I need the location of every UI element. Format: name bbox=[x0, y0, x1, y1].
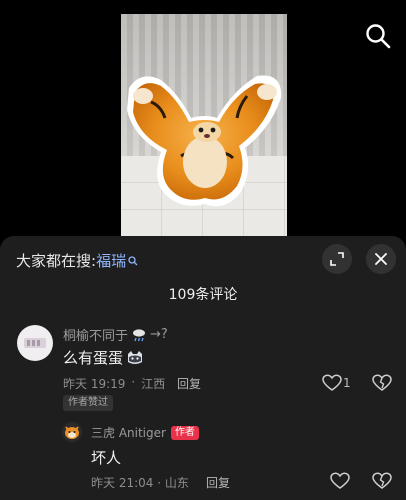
trending-keyword[interactable]: 福瑞 bbox=[96, 250, 126, 271]
comment-text: 坏人 bbox=[91, 449, 122, 467]
close-button[interactable] bbox=[366, 244, 396, 274]
close-icon bbox=[375, 253, 387, 265]
comment-meta: 昨天 21:04 · 山东 bbox=[91, 476, 189, 490]
comment-text: 么有蛋蛋 bbox=[63, 347, 144, 368]
author-badge: 作者 bbox=[170, 425, 199, 440]
comment-username[interactable]: 桐榆不同于 →? bbox=[63, 325, 168, 344]
avatar[interactable] bbox=[62, 422, 82, 442]
broken-heart-icon[interactable] bbox=[372, 374, 392, 392]
expand-icon bbox=[330, 252, 344, 266]
comment-meta: 昨天 19:19 · 江西 bbox=[63, 375, 166, 391]
trending-search-hint[interactable]: 大家都在搜: 福瑞 bbox=[16, 250, 138, 271]
video-area[interactable] bbox=[0, 0, 406, 236]
plush-tiger-image bbox=[127, 75, 282, 207]
avatar-image bbox=[24, 338, 46, 348]
broken-heart-icon[interactable] bbox=[372, 472, 392, 490]
reply-button[interactable]: 回复 bbox=[177, 375, 201, 392]
comment-sheet: 大家都在搜: 福瑞 109条评论 bbox=[0, 236, 406, 500]
tiger-avatar-image bbox=[62, 422, 82, 442]
avatar[interactable] bbox=[17, 325, 53, 361]
trending-prefix: 大家都在搜: bbox=[16, 252, 97, 270]
expand-button[interactable] bbox=[322, 244, 352, 274]
author-liked-badge: 作者赞过 bbox=[63, 395, 113, 411]
reply-button[interactable]: 回复 bbox=[206, 474, 230, 491]
heart-like-icon[interactable] bbox=[330, 472, 350, 490]
heart-like-icon[interactable] bbox=[322, 374, 342, 392]
cat-face-emoji-icon bbox=[128, 350, 143, 364]
video-frame[interactable] bbox=[121, 14, 287, 236]
search-icon bbox=[366, 24, 391, 49]
search-small-icon bbox=[128, 255, 138, 265]
comments-count: 109条评论 bbox=[168, 287, 238, 303]
comment-username[interactable]: 三虎 Anitiger 作者 bbox=[91, 424, 199, 441]
like-count: 1 bbox=[343, 376, 351, 390]
rain-cloud-icon bbox=[133, 328, 146, 341]
search-button[interactable] bbox=[364, 22, 392, 50]
